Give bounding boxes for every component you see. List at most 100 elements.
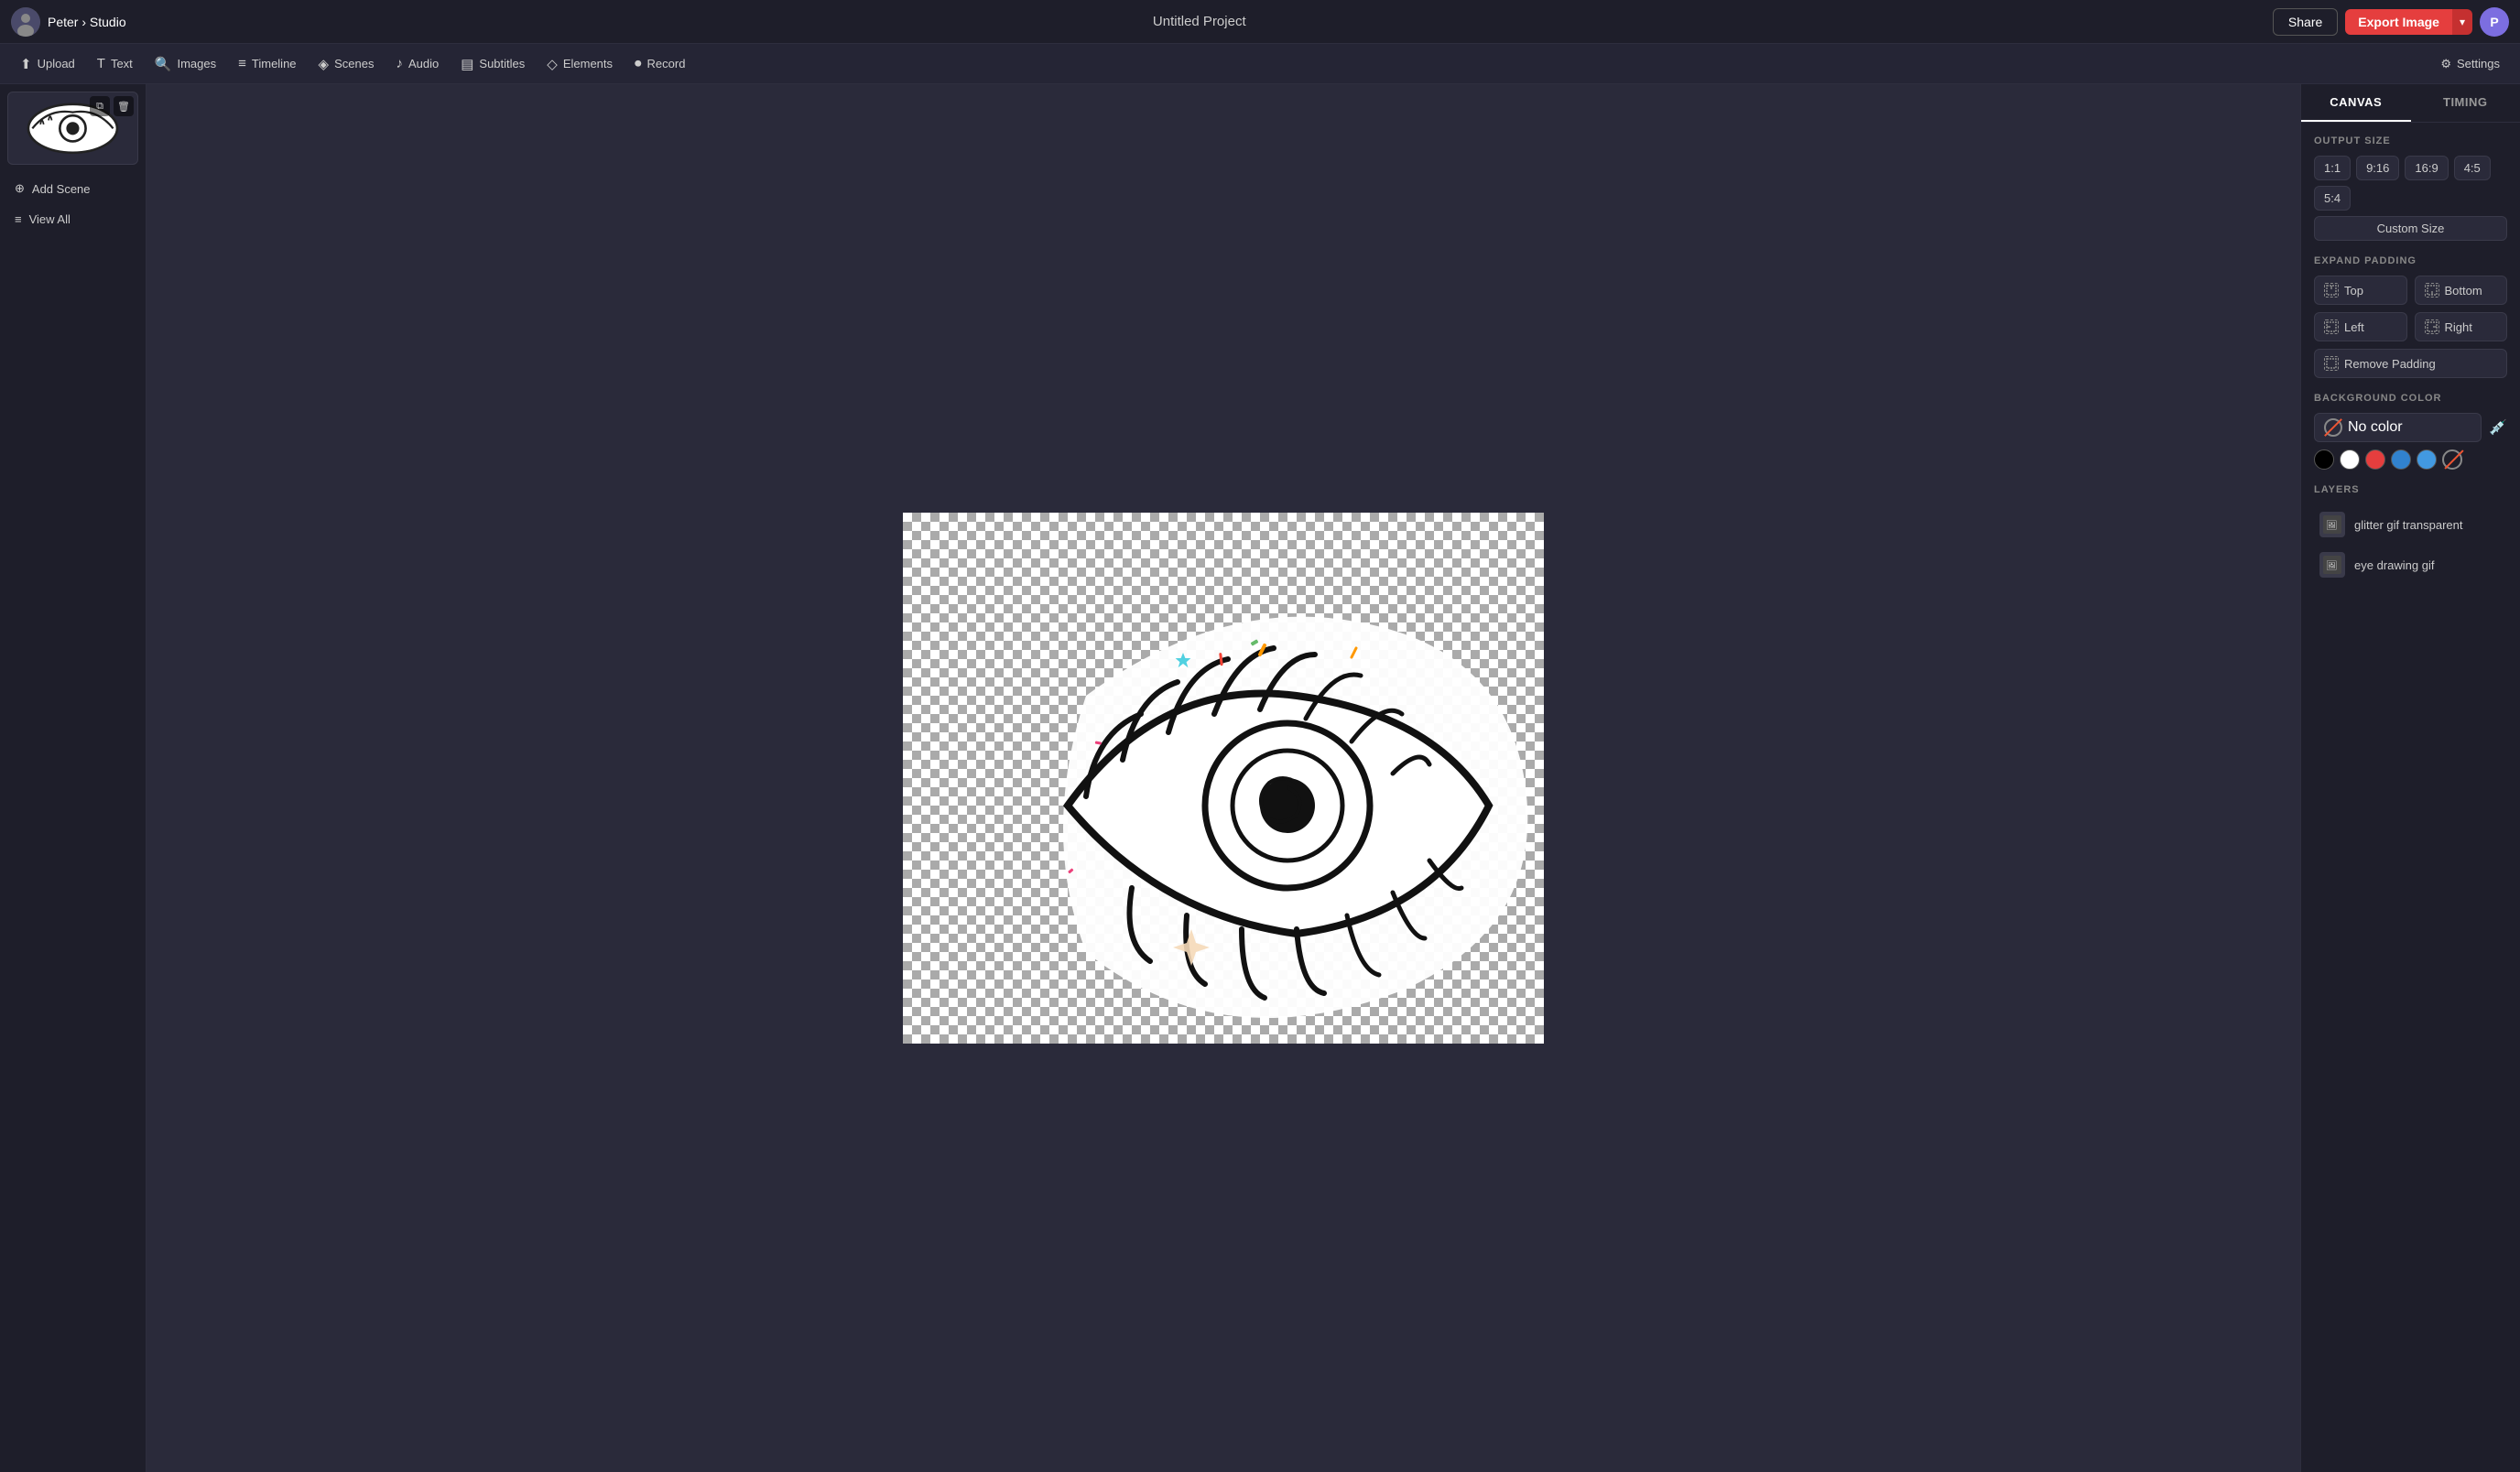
scene-thumbnail[interactable]: ⧉ 🗑 [7,92,138,165]
padding-grid: Top Bottom Left [2314,276,2507,341]
scenes-icon: ◈ [319,56,330,72]
toolbar-upload-label: Upload [38,57,75,70]
audio-icon: ♪ [396,56,403,71]
sidebar-actions: ⊕ Add Scene ≡ View All [7,176,138,232]
main-area: ⧉ 🗑 ⊕ Add Scene ≡ View All [0,84,2520,1472]
padding-right-icon [2425,319,2439,334]
size-1-1[interactable]: 1:1 [2314,156,2351,180]
toolbar-timeline[interactable]: ≡ Timeline [229,50,305,77]
output-size-grid: 1:1 9:16 16:9 4:5 5:4 Custom Size [2314,156,2507,241]
padding-right-button[interactable]: Right [2415,312,2508,341]
padding-left-label: Left [2344,320,2364,334]
swatch-blue2[interactable] [2417,449,2437,470]
toolbar-subtitles[interactable]: ▤ Subtitles [451,50,534,78]
scene-thumb-actions: ⧉ 🗑 [90,96,134,116]
svg-text:🖼: 🖼 [2326,520,2338,531]
upload-icon: ⬆ [20,56,32,72]
expand-padding-label: EXPAND PADDING [2314,255,2507,266]
swatch-black[interactable] [2314,449,2334,470]
sidebar-left: ⧉ 🗑 ⊕ Add Scene ≡ View All [0,84,147,1472]
toolbar-elements-label: Elements [563,57,613,70]
color-swatches [2314,449,2507,470]
output-size-label: OUTPUT SIZE [2314,135,2507,146]
breadcrumb-separator: › [81,15,90,29]
top-bar-right: Share Export Image ▾ P [2273,7,2509,37]
view-all-button[interactable]: ≡ View All [7,207,138,232]
size-5-4[interactable]: 5:4 [2314,186,2351,211]
svg-text:🖼: 🖼 [2326,560,2338,571]
canvas-drawing [903,513,1544,1044]
toolbar-upload[interactable]: ⬆ Upload [11,50,84,78]
swatch-blue[interactable] [2391,449,2411,470]
right-panel: CANVAS TIMING OUTPUT SIZE 1:1 9:16 16:9 … [2300,84,2520,1472]
custom-size-button[interactable]: Custom Size [2314,216,2507,241]
toolbar-elements[interactable]: ◇ Elements [538,50,622,78]
settings-button[interactable]: ⚙ Settings [2431,51,2509,77]
breadcrumb: Peter › Studio [48,15,126,29]
panel-body: OUTPUT SIZE 1:1 9:16 16:9 4:5 5:4 Custom… [2301,123,2520,1472]
breadcrumb-parent[interactable]: Studio [90,15,126,29]
layer-name-2: eye drawing gif [2354,558,2434,572]
swatch-red[interactable] [2365,449,2385,470]
timeline-icon: ≡ [238,56,246,71]
toolbar: ⬆ Upload T Text 🔍 Images ≡ Timeline ◈ Sc… [0,44,2520,84]
user-initial-avatar[interactable]: P [2480,7,2509,37]
images-icon: 🔍 [155,56,172,72]
remove-padding-icon [2324,356,2339,371]
no-color-icon [2324,418,2342,437]
toolbar-text-label: Text [111,57,133,70]
canvas-area [147,84,2300,1472]
tab-timing[interactable]: TIMING [2411,84,2520,122]
padding-top-button[interactable]: Top [2314,276,2407,305]
top-bar: Peter › Studio Untitled Project Share Ex… [0,0,2520,44]
padding-left-icon [2324,319,2339,334]
toolbar-record[interactable]: ⏺ Record [625,50,694,77]
elements-icon: ◇ [547,56,558,72]
toolbar-text[interactable]: T Text [88,50,142,77]
add-scene-label: Add Scene [32,182,91,196]
delete-scene-button[interactable]: 🗑 [114,96,134,116]
text-icon: T [97,56,105,71]
padding-left-button[interactable]: Left [2314,312,2407,341]
remove-padding-button[interactable]: Remove Padding [2314,349,2507,378]
toolbar-scenes-label: Scenes [334,57,374,70]
eyedropper-button[interactable]: 💉 [2489,418,2507,437]
add-scene-button[interactable]: ⊕ Add Scene [7,176,138,201]
gear-icon: ⚙ [2440,57,2451,71]
layers-section: LAYERS 🖼 glitter gif transparent 🖼 eye d… [2314,484,2507,585]
size-4-5[interactable]: 4:5 [2454,156,2491,180]
add-scene-icon: ⊕ [15,181,25,196]
toolbar-images-label: Images [177,57,216,70]
toolbar-timeline-label: Timeline [252,57,297,70]
bg-color-label: BACKGROUND COLOR [2314,393,2507,404]
toolbar-audio[interactable]: ♪ Audio [386,50,448,77]
swatch-none[interactable] [2442,449,2462,470]
tab-canvas[interactable]: CANVAS [2301,84,2411,122]
toolbar-subtitles-label: Subtitles [479,57,525,70]
duplicate-scene-button[interactable]: ⧉ [90,96,110,116]
share-button[interactable]: Share [2273,8,2338,36]
size-16-9[interactable]: 16:9 [2405,156,2448,180]
export-image-button[interactable]: Export Image [2345,9,2452,35]
subtitles-icon: ▤ [461,56,473,72]
padding-bottom-button[interactable]: Bottom [2415,276,2508,305]
view-all-icon: ≡ [15,212,22,226]
layer-item-2[interactable]: 🖼 eye drawing gif [2314,545,2507,585]
swatch-white[interactable] [2340,449,2360,470]
export-dropdown-button[interactable]: ▾ [2452,9,2472,35]
view-all-label: View All [29,212,71,226]
layer-item-1[interactable]: 🖼 glitter gif transparent [2314,504,2507,545]
toolbar-images[interactable]: 🔍 Images [146,50,225,78]
remove-padding-label: Remove Padding [2344,357,2436,371]
canvas-wrapper[interactable] [903,513,1544,1044]
settings-label: Settings [2457,57,2500,70]
background-color-section: BACKGROUND COLOR No color 💉 [2314,393,2507,470]
toolbar-scenes[interactable]: ◈ Scenes [310,50,384,78]
user-avatar-icon[interactable] [11,7,40,37]
no-color-swatch[interactable]: No color [2314,413,2482,442]
breadcrumb-user[interactable]: Peter [48,15,78,29]
size-9-16[interactable]: 9:16 [2356,156,2399,180]
record-icon: ⏺ [635,56,642,71]
project-title: Untitled Project [1153,14,1246,29]
padding-top-label: Top [2344,284,2363,298]
